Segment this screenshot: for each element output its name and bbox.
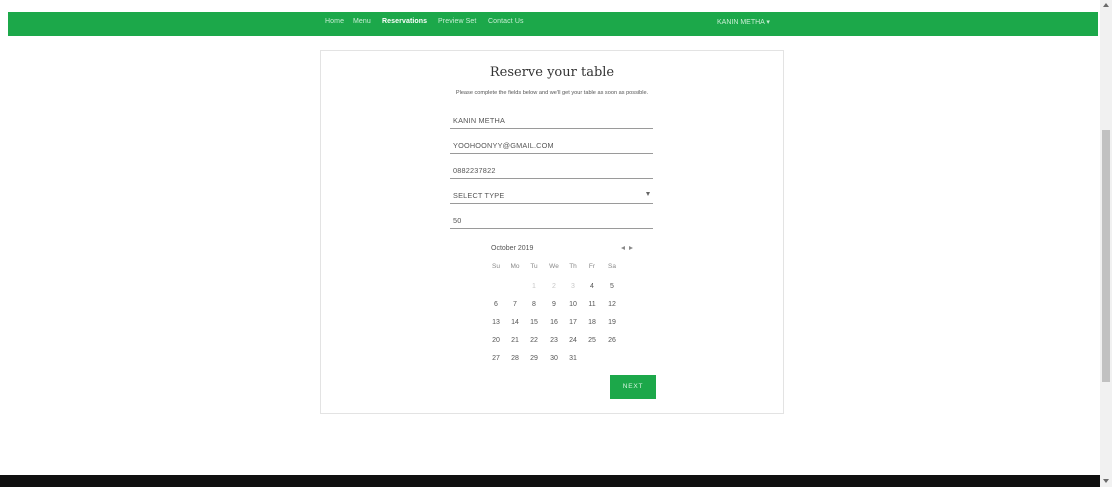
calendar-day[interactable]: 13	[487, 319, 505, 326]
nav-reservations[interactable]: Reservations	[382, 18, 427, 25]
calendar-day[interactable]: 27	[487, 355, 505, 362]
calendar-day[interactable]: 11	[583, 301, 601, 308]
calendar-day[interactable]: 4	[583, 283, 601, 290]
calendar-day[interactable]: 23	[545, 337, 563, 344]
calendar-day[interactable]: 12	[603, 301, 621, 308]
calendar-day[interactable]: 14	[506, 319, 524, 326]
name-field[interactable]: KANIN METHA	[450, 111, 653, 129]
calendar-month-label: October 2019	[491, 245, 534, 252]
email-field-value: YOOHOONYY@GMAIL.COM	[453, 141, 554, 150]
calendar-day[interactable]: 10	[564, 301, 582, 308]
type-select-value: SELECT TYPE	[453, 191, 505, 200]
calendar-day[interactable]: 22	[525, 337, 543, 344]
calendar-weekday: Tu	[530, 263, 538, 270]
reservation-card: Reserve your table Please complete the f…	[320, 50, 784, 414]
nav-preview-set[interactable]: Preview Set	[438, 18, 476, 25]
top-navbar: Home Menu Reservations Preview Set Conta…	[8, 12, 1098, 36]
phone-field[interactable]: 0882237822	[450, 161, 653, 179]
nav-home[interactable]: Home	[325, 18, 344, 25]
calendar-weekday: We	[549, 263, 559, 270]
scroll-up-icon[interactable]	[1103, 3, 1109, 7]
calendar-next-icon[interactable]	[629, 246, 633, 250]
calendar-day[interactable]: 9	[545, 301, 563, 308]
page: Home Menu Reservations Preview Set Conta…	[0, 0, 1112, 487]
calendar-day[interactable]: 8	[525, 301, 543, 308]
calendar-weekday: Fr	[588, 263, 596, 270]
calendar-day[interactable]: 25	[583, 337, 601, 344]
calendar-day[interactable]: 7	[506, 301, 524, 308]
email-field[interactable]: YOOHOONYY@GMAIL.COM	[450, 136, 653, 154]
guests-field[interactable]: 50	[450, 211, 653, 229]
footer-bar	[0, 475, 1100, 487]
phone-field-value: 0882237822	[453, 166, 496, 175]
page-title: Reserve your table	[489, 65, 615, 80]
calendar-day[interactable]: 26	[603, 337, 621, 344]
calendar-weekday: Th	[569, 263, 577, 270]
calendar-day[interactable]: 17	[564, 319, 582, 326]
calendar-day[interactable]: 29	[525, 355, 543, 362]
nav-contact-us[interactable]: Contact Us	[488, 18, 524, 25]
calendar-weekday: Mo	[510, 263, 520, 270]
calendar-day[interactable]: 20	[487, 337, 505, 344]
guests-field-value: 50	[453, 216, 462, 225]
calendar-day[interactable]: 30	[545, 355, 563, 362]
calendar-day[interactable]: 6	[487, 301, 505, 308]
calendar-day[interactable]: 16	[545, 319, 563, 326]
nav-menu[interactable]: Menu	[353, 18, 371, 25]
calendar-day: 2	[552, 283, 556, 290]
type-select[interactable]: SELECT TYPE	[450, 186, 653, 204]
calendar-day[interactable]: 5	[603, 283, 621, 290]
calendar-day[interactable]: 19	[603, 319, 621, 326]
scroll-down-icon[interactable]	[1103, 479, 1109, 483]
next-button[interactable]: NEXT	[610, 375, 656, 399]
chevron-down-icon	[646, 192, 650, 196]
calendar-day: 3	[571, 283, 575, 290]
calendar-weekday: Su	[492, 263, 500, 270]
calendar-day: 1	[532, 283, 536, 290]
user-menu-dropdown[interactable]: KANIN METHA ▾	[717, 18, 770, 26]
scrollbar[interactable]	[1100, 0, 1112, 487]
calendar-prev-icon[interactable]	[621, 246, 625, 250]
page-subtitle: Please complete the fields below and we'…	[455, 90, 649, 96]
calendar-day[interactable]: 31	[564, 355, 582, 362]
name-field-value: KANIN METHA	[453, 116, 506, 125]
calendar-day[interactable]: 21	[506, 337, 524, 344]
calendar-day[interactable]: 15	[525, 319, 543, 326]
calendar-day[interactable]: 28	[506, 355, 524, 362]
scrollbar-thumb[interactable]	[1102, 130, 1110, 382]
calendar-day[interactable]: 24	[564, 337, 582, 344]
calendar-day[interactable]: 18	[583, 319, 601, 326]
calendar-weekday: Sa	[608, 263, 616, 270]
